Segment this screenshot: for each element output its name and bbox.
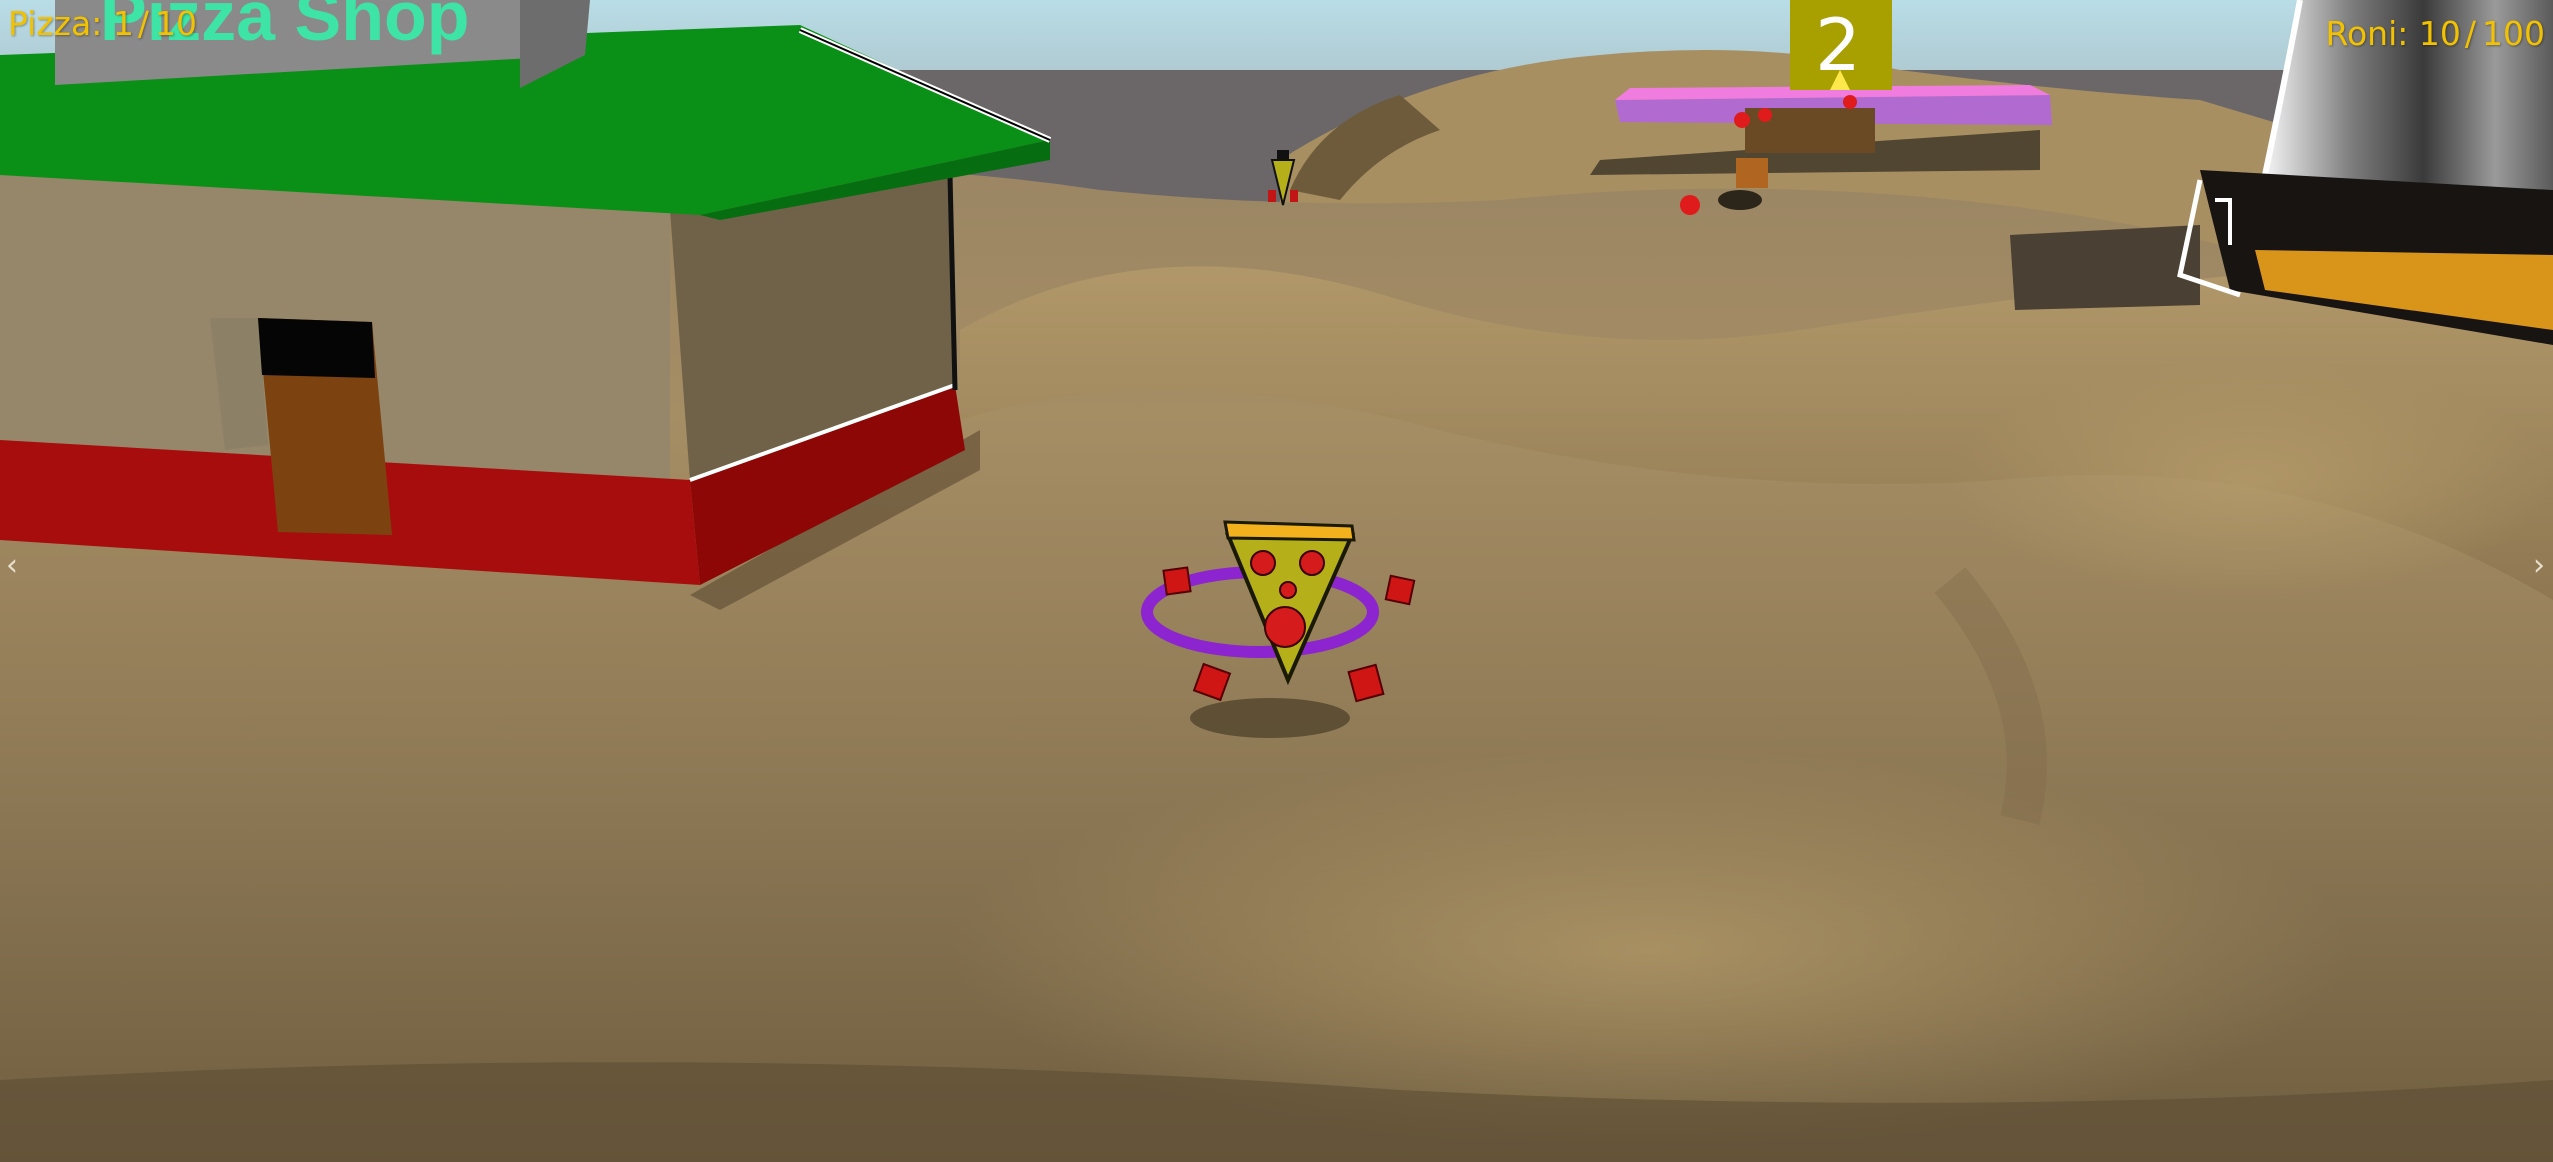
pepperoni-pickup	[1734, 112, 1750, 128]
pizza-crust	[1223, 520, 1356, 542]
pizza-counter-label: Pizza:	[8, 4, 103, 43]
chevron-left-icon[interactable]: ‹	[0, 550, 24, 582]
roni-counter: Roni: 10/100	[2325, 14, 2545, 53]
roni-counter-total: 100	[2482, 14, 2545, 53]
pizza-counter-total: 10	[154, 4, 197, 43]
pepperoni-topping	[1299, 550, 1325, 576]
pepperoni-topping	[1264, 606, 1306, 648]
terrain-highlight	[1950, 360, 2550, 600]
orbiting-cube	[1162, 566, 1192, 596]
pizza-counter: Pizza: 1/10	[8, 4, 197, 43]
chevron-right-icon[interactable]: ›	[2527, 550, 2551, 582]
pepperoni-topping	[1279, 581, 1297, 599]
shop-door-top	[258, 318, 375, 378]
crate-shadow	[1718, 190, 1762, 210]
pepperoni-pickup	[1843, 95, 1857, 109]
delivery-marker-number: 2	[1815, 3, 1861, 87]
pepperoni-pickup	[1758, 108, 1772, 122]
pepperoni-topping	[1250, 550, 1276, 576]
silo-shadow	[2010, 225, 2200, 310]
pepperoni-pickup	[1680, 195, 1700, 215]
player-shadow	[1190, 698, 1350, 738]
crate	[1736, 158, 1768, 188]
roni-counter-label: Roni:	[2325, 14, 2409, 53]
pizza-counter-current: 1	[112, 4, 134, 43]
orbiting-cube	[1384, 574, 1416, 606]
roni-counter-current: 10	[2418, 14, 2461, 53]
game-viewport: Pizza Shop 2	[0, 0, 2553, 1162]
